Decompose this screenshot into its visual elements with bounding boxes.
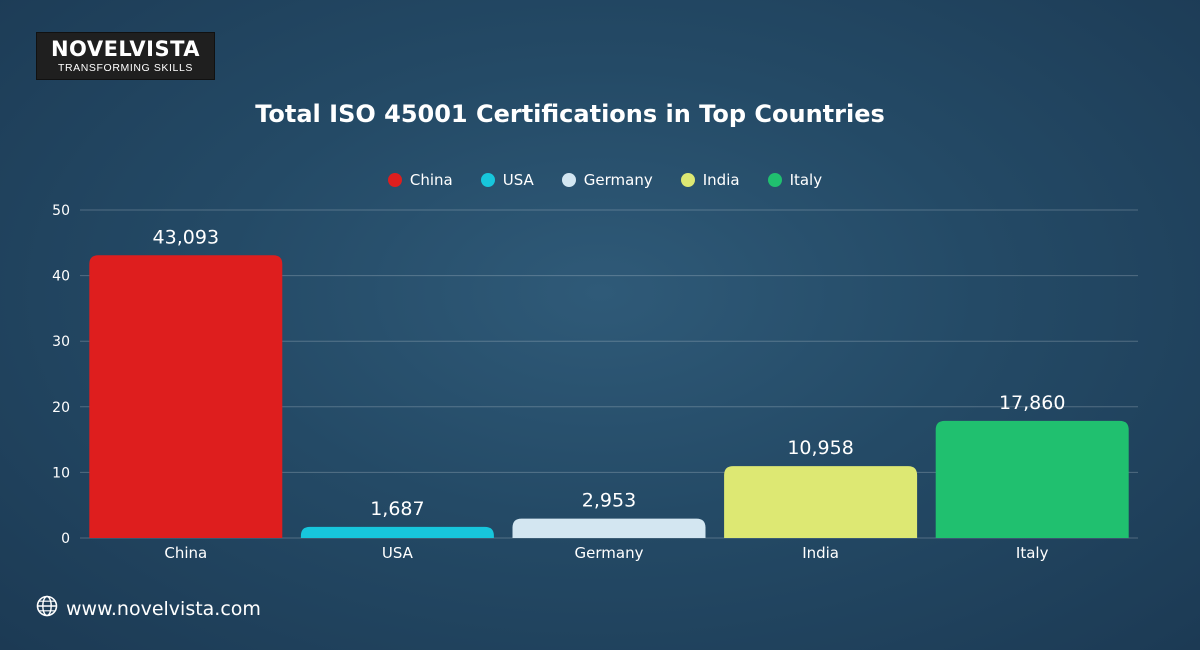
- bar-italy: [935, 420, 1129, 538]
- footer: www.novelvista.com: [36, 595, 261, 622]
- bar-germany: [512, 518, 706, 538]
- y-tick-label: 10: [52, 465, 70, 481]
- data-label: 2,953: [582, 490, 636, 512]
- data-label: 1,687: [370, 498, 424, 520]
- y-tick-label: 30: [52, 334, 70, 350]
- x-tick-label: Italy: [1016, 544, 1049, 562]
- data-label: 43,093: [153, 226, 219, 248]
- website-link[interactable]: www.novelvista.com: [66, 598, 261, 620]
- bar-usa: [300, 526, 494, 538]
- y-tick-label: 20: [52, 400, 70, 416]
- data-label: 17,860: [999, 392, 1065, 414]
- x-tick-label: China: [164, 544, 207, 562]
- bar-chart: 0 10 20 30 40 50 43,093 China 1,687 USA 2,953 Germa…: [52, 203, 1138, 562]
- x-tick-label: Germany: [575, 544, 644, 562]
- data-label: 10,958: [787, 437, 853, 459]
- y-tick-label: 0: [61, 531, 70, 547]
- bar-india: [724, 466, 918, 538]
- globe-icon: [36, 595, 58, 622]
- bar-china: [89, 255, 283, 538]
- x-tick-label: USA: [382, 544, 414, 562]
- x-tick-label: India: [802, 544, 839, 562]
- y-tick-label: 50: [52, 203, 70, 219]
- y-tick-label: 40: [52, 269, 70, 285]
